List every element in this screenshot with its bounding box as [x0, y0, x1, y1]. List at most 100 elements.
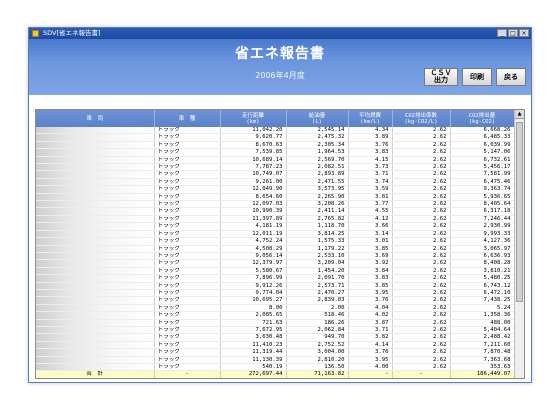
fuel-cell: 1,964.53: [286, 148, 349, 157]
distance-cell: 10,695.27: [220, 296, 287, 305]
table-row[interactable]: トラック 7,672.95 2,062.84 3.71 2.62 5,404.64: [36, 326, 515, 335]
table-row[interactable]: トラック 11,319.44 3,004.00 3.76 2.62 7,870.48: [36, 348, 515, 357]
co2-coefficient-cell: 2.62: [392, 178, 451, 187]
fuel-cell: 2,471.55: [286, 178, 349, 187]
fuel-cell: 136.50: [286, 363, 349, 372]
table-row[interactable]: トラック 8,654.60 2,265.90 3.81 2.62 5,936.65: [36, 193, 515, 202]
avg-fuel-economy-cell: 4.34: [348, 127, 393, 135]
table-row[interactable]: トラック 8,670.63 2,305.34 3.76 2.62 6,039.99: [36, 141, 515, 150]
table-row[interactable]: トラック 11,410.23 2,752.52 4.14 2.62 7,211.60: [36, 341, 515, 350]
fuel-cell: 2,091.70: [286, 274, 349, 283]
co2-emission-cell: 8,405.64: [450, 200, 515, 209]
co2-emission-cell: 6,732.61: [450, 156, 515, 165]
co2-emission-cell: 5,936.65: [450, 193, 515, 202]
co2-coefficient-cell: 2.62: [392, 341, 451, 350]
table-row[interactable]: トラック 8.00 2.00 4.04 2.62 5.24: [36, 304, 515, 313]
table-row[interactable]: トラック 4,752.24 1,575.33 3.01 2.62 4,127.36: [36, 237, 515, 246]
table-row[interactable]: トラック 11,130.39 2,810.20 3.95 2.62 7,363.68: [36, 356, 515, 365]
table-row[interactable]: トラック 7,896.99 2,091.70 3.83 2.62 5,480.25: [36, 274, 515, 283]
avg-fuel-economy-cell: 3.92: [348, 259, 393, 268]
close-icon[interactable]: ×: [519, 29, 529, 37]
co2-emission-cell: 5,147.06: [450, 148, 515, 157]
vehicle-name-cell: [36, 163, 155, 172]
table-row[interactable]: トラック 10,990.39 2,411.14 4.55 2.62 6,317.18: [36, 207, 515, 216]
vehicle-type-cell: トラック: [154, 274, 221, 283]
table-row[interactable]: トラック 12,097.03 3,208.26 3.77 2.62 8,405.64: [36, 200, 515, 209]
table-row[interactable]: トラック 10,749.07 2,893.89 3.71 2.62 7,581.99: [36, 170, 515, 179]
vehicle-name-cell: [36, 133, 155, 142]
maximize-icon[interactable]: □: [508, 29, 518, 37]
fuel-cell: 2,765.82: [286, 215, 349, 224]
table-row[interactable]: トラック 9,620.77 2,475.32 3.89 2.62 6,485.33: [36, 133, 515, 142]
distance-cell: 12,097.03: [220, 200, 287, 209]
table-row[interactable]: トラック 9,056.14 2,533.10 3.69 2.62 6,636.93: [36, 252, 515, 261]
co2-emission-cell: 7,211.60: [450, 341, 515, 350]
vehicle-name-cell: [36, 282, 155, 290]
scrollbar-thumb[interactable]: [516, 122, 523, 302]
column-header-label: 車 種: [178, 115, 196, 122]
co2-coefficient-cell: 2.62: [392, 127, 451, 135]
table-row[interactable]: トラック 4,181.19 1,118.70 3.66 2.62 2,930.99: [36, 222, 515, 231]
co2-coefficient-cell: 2.62: [392, 215, 451, 224]
avg-fuel-economy-cell: 3.95: [348, 289, 393, 298]
table-row[interactable]: トラック 10,689.14 2,569.70 4.15 2.62 6,732.61: [36, 156, 515, 165]
table-row[interactable]: トラック 7,539.85 1,964.53 3.83 2.62 5,147.06: [36, 148, 515, 157]
column-header-unit: (km/L): [360, 118, 380, 125]
avg-fuel-economy-cell: 3.74: [348, 178, 393, 187]
table-row[interactable]: トラック 12,011.19 3,814.25 3.14 2.62 9,993.33: [36, 230, 515, 239]
vehicle-name-cell: [36, 178, 155, 187]
minimize-icon[interactable]: _: [497, 29, 507, 37]
table-row[interactable]: トラック 9,774.04 2,470.27 3.95 2.62 6,472.10: [36, 289, 515, 298]
co2-emission-cell: 6,039.99: [450, 141, 515, 150]
distance-cell: 9,774.04: [220, 289, 287, 298]
vehicle-name-cell: [36, 207, 155, 216]
co2-emission-cell: 2,930.99: [450, 222, 515, 231]
vehicle-name-cell: [36, 341, 155, 350]
column-header: 給油量 (L): [286, 110, 349, 127]
distance-cell: 7,896.99: [220, 274, 287, 283]
table-row[interactable]: トラック 12,379.97 3,209.04 3.92 2.62 8,408.28: [36, 259, 515, 268]
distance-cell: 8,670.63: [220, 141, 287, 150]
vehicle-name-cell: [36, 230, 155, 239]
vehicle-type-cell: トラック: [154, 245, 221, 253]
avg-fuel-economy-cell: 4.14: [348, 341, 393, 350]
scroll-up-icon[interactable]: ▲: [515, 110, 524, 119]
table-row[interactable]: トラック 7,787.23 2,082.51 3.73 2.62 5,456.17: [36, 163, 515, 172]
table-row[interactable]: トラック 12,049.90 3,573.95 3.59 2.62 9,363.74: [36, 185, 515, 194]
table-row[interactable]: トラック 540.19 136.50 4.00 2.62 353.63: [36, 363, 515, 372]
vehicle-type-cell: トラック: [154, 207, 221, 216]
table-row[interactable]: トラック 11,042.20 2,545.14 4.34 2.62 6,668.26: [36, 127, 515, 135]
table-row[interactable]: トラック 9,261.00 2,471.55 3.74 2.62 6,475.46: [36, 178, 515, 187]
column-header: CO2排出係数 (kg-CO2/L): [392, 110, 451, 127]
table-row[interactable]: トラック 10,695.27 2,839.03 3.76 2.62 7,438.25: [36, 296, 515, 305]
table-row[interactable]: トラック 9,912.26 2,573.71 3.85 2.62 6,743.12: [36, 282, 515, 290]
co2-emission-cell: 8,408.28: [450, 259, 515, 268]
fuel-cell: 2,810.20: [286, 356, 349, 365]
table-row[interactable]: トラック 4,508.29 1,179.22 3.85 2.62 3,065.97: [36, 245, 515, 253]
csv-export-button[interactable]: ＣＳＶ 出力: [424, 68, 458, 86]
avg-fuel-economy-cell: 4.00: [348, 363, 393, 372]
app-icon: [32, 30, 39, 37]
vehicle-type-cell: トラック: [154, 326, 221, 335]
table-row[interactable]: トラック 721.63 186.26 3.87 2.62 488.00: [36, 319, 515, 327]
table-row[interactable]: トラック 2,085.65 518.46 4.02 2.62 1,358.36: [36, 311, 515, 320]
co2-emission-cell: 9,363.74: [450, 185, 515, 194]
vehicle-type-cell: トラック: [154, 163, 221, 172]
print-button[interactable]: 印刷: [462, 68, 492, 86]
fuel-cell: 2.00: [286, 304, 349, 313]
distance-cell: 4,181.19: [220, 222, 287, 231]
table-row[interactable]: トラック 11,397.89 2,765.82 4.12 2.62 7,246.44: [36, 215, 515, 224]
summary-coefficient: -: [392, 378, 450, 379]
fuel-cell: 2,265.90: [286, 193, 349, 202]
back-button[interactable]: 戻る: [496, 68, 526, 86]
co2-coefficient-cell: 2.62: [392, 156, 451, 165]
summary-type: -: [154, 370, 221, 378]
co2-emission-cell: 6,472.10: [450, 289, 515, 298]
table-row[interactable]: トラック 5,580.67 1,454.20 3.84 2.62 3,810.21: [36, 267, 515, 276]
avg-fuel-economy-cell: 3.14: [348, 230, 393, 239]
vertical-scrollbar[interactable]: ▲: [514, 110, 524, 378]
vehicle-name-cell: [36, 259, 155, 268]
table-row[interactable]: トラック 3,630.48 949.70 3.82 2.62 2,488.42: [36, 333, 515, 342]
vehicle-name-cell: [36, 185, 155, 194]
distance-cell: 9,620.77: [220, 133, 287, 142]
